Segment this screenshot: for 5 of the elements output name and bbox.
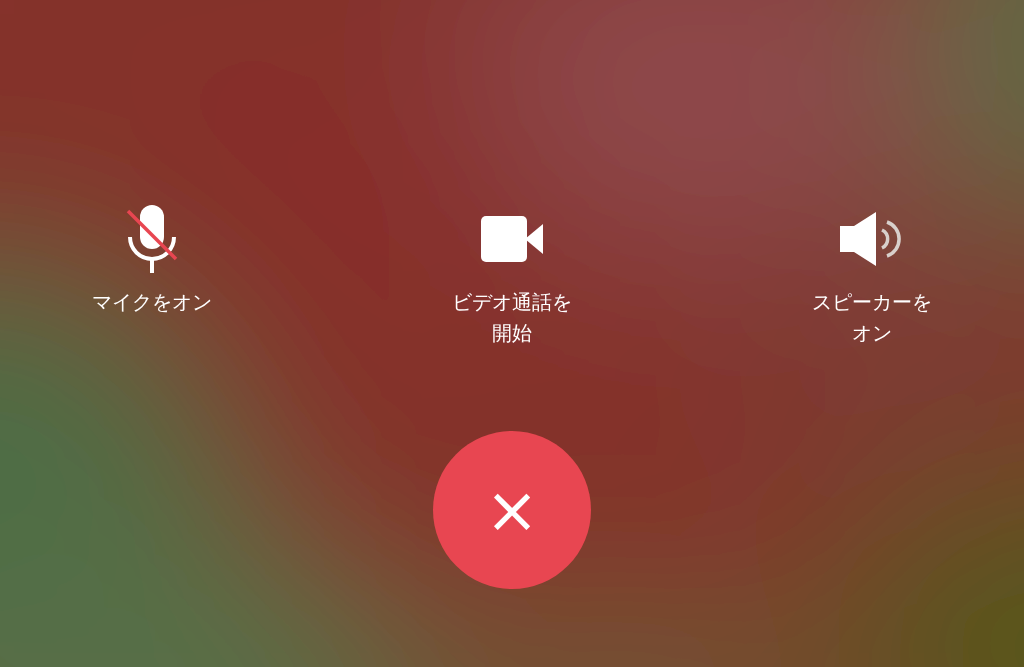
speaker-icon — [840, 212, 904, 266]
control-label: スピーカーをオン — [811, 289, 933, 347]
control-label: マイクをオン — [91, 289, 213, 316]
video-camera-icon — [481, 216, 543, 262]
control-label: ビデオ通話を開始 — [451, 289, 573, 347]
